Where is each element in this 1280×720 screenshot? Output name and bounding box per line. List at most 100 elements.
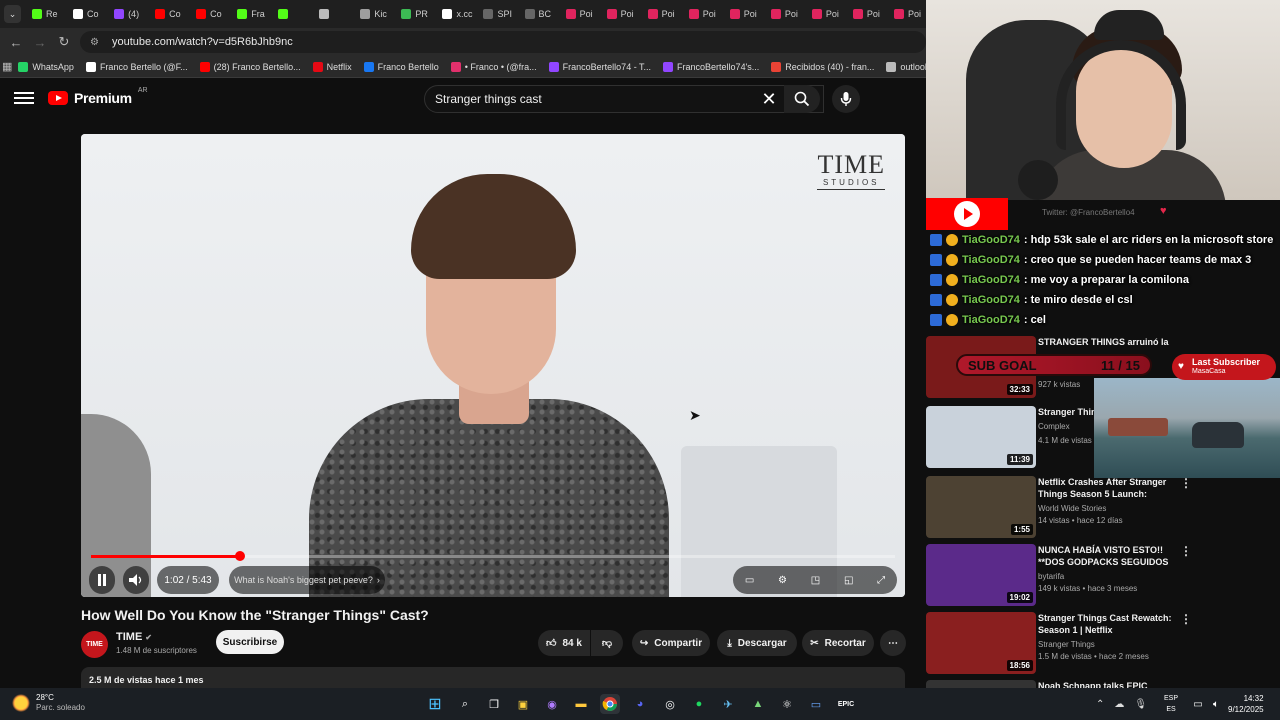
bookmark-item[interactable]: WhatsApp <box>18 61 74 72</box>
video-thumbnail[interactable]: 11:39 <box>926 406 1036 468</box>
kebab-menu-icon[interactable]: ⋮ <box>1180 544 1192 558</box>
suggested-video[interactable]: Noah Schnapp talks EPIC <box>926 680 1280 688</box>
youtube-premium-logo[interactable]: Premium AR <box>48 87 148 106</box>
browser-tab[interactable]: Poi <box>558 3 598 25</box>
weather-widget[interactable]: 28°C Parc. soleado <box>12 693 85 713</box>
kebab-menu-icon[interactable]: ⋮ <box>1180 476 1192 490</box>
suggested-video[interactable]: 1:55 Netflix Crashes After Stranger Thing… <box>926 476 1280 540</box>
suggested-video-title[interactable]: STRANGER THINGS arruinó la <box>1038 336 1174 348</box>
cast-icon[interactable]: ◱ <box>844 575 853 586</box>
subscribe-button[interactable]: Suscribirse <box>216 630 284 654</box>
miniplayer-icon[interactable]: ◳ <box>811 575 820 586</box>
browser-tab[interactable]: Kic <box>352 3 392 25</box>
tray-mic-icon[interactable]: 🎙︎ <box>1134 699 1147 710</box>
volume-button[interactable] <box>123 566 149 594</box>
steam-icon[interactable]: ✈ <box>718 694 738 714</box>
browser-tab[interactable]: Fra <box>229 3 269 25</box>
fullscreen-icon[interactable]: ⤢ <box>877 575 885 586</box>
browser-tab[interactable]: Poi <box>886 3 926 25</box>
dislike-button[interactable]: 👎︎ <box>591 630 623 656</box>
browser-tab[interactable]: x.cc <box>434 3 474 25</box>
video-player[interactable]: TIME STUDIOS ➤ 1:02 / 5:43 What is Noah'… <box>81 134 905 597</box>
browser-tab[interactable]: Poi <box>763 3 803 25</box>
discord-icon[interactable]: ◕ <box>630 694 650 714</box>
language-indicator[interactable]: ESP ES <box>1164 693 1178 715</box>
browser-tab[interactable]: (4) <box>106 3 146 25</box>
progress-bar[interactable] <box>91 551 895 561</box>
bookmark-item[interactable]: • Franco • (@fra... <box>450 61 537 72</box>
channel-avatar[interactable]: TIME <box>81 631 108 658</box>
tab-search-dropdown[interactable]: ⌄ <box>4 5 21 23</box>
subtitles-icon[interactable]: ▭ <box>745 575 754 586</box>
forward-icon[interactable]: → <box>28 30 52 54</box>
video-thumbnail[interactable]: 18:56 <box>926 612 1036 674</box>
speaker-icon[interactable]: 🔈︎ <box>1206 694 1226 714</box>
apps-grid-icon[interactable]: ▦ <box>2 56 12 77</box>
browser-tab[interactable]: Re <box>24 3 64 25</box>
suggested-video-title[interactable]: Stranger Things Cast Rewatch: Season 1 |… <box>1038 612 1174 636</box>
browser-tab[interactable]: Co <box>188 3 228 25</box>
like-button[interactable]: 👍︎ 84 k <box>538 630 590 656</box>
reload-icon[interactable]: ↻ <box>52 30 76 54</box>
browser-tab[interactable]: Co <box>147 3 187 25</box>
browser-tab[interactable]: Poi <box>804 3 844 25</box>
share-button[interactable]: ↪ Compartir <box>632 630 710 656</box>
more-actions-button[interactable]: ⋯ <box>880 630 906 656</box>
obs-icon[interactable]: ◎ <box>660 694 680 714</box>
voice-search-button[interactable] <box>832 85 860 113</box>
suggested-video-title[interactable]: Netflix Crashes After Stranger Things Se… <box>1038 476 1174 502</box>
app-triangle-icon[interactable]: ▲ <box>748 694 768 714</box>
browser-tab[interactable]: Poi <box>681 3 721 25</box>
tray-weather-icon[interactable]: ☁ <box>1114 699 1124 710</box>
clock[interactable]: 14:32 9/12/2025 <box>1228 693 1264 715</box>
browser-tab[interactable]: BC <box>517 3 557 25</box>
menu-icon[interactable] <box>14 89 34 109</box>
kebab-menu-icon[interactable]: ⋮ <box>1180 612 1192 626</box>
video-thumbnail[interactable]: 19:02 <box>926 544 1036 606</box>
suggested-video[interactable]: 18:56 Stranger Things Cast Rewatch: Seaso… <box>926 612 1280 676</box>
site-info-icon[interactable]: ⚙ <box>90 37 102 48</box>
chapter-button[interactable]: What is Noah's biggest pet peeve? › <box>229 566 385 594</box>
store-icon[interactable]: ▣ <box>513 694 533 714</box>
chrome-icon[interactable] <box>600 694 620 714</box>
tray-chevron-up-icon[interactable]: ⌃ <box>1096 699 1104 710</box>
suggested-channel[interactable]: World Wide Stories <box>1038 504 1106 513</box>
browser-tab[interactable] <box>311 3 351 25</box>
browser-tab[interactable]: Poi <box>599 3 639 25</box>
address-bar[interactable]: ⚙ youtube.com/watch?v=d5R6bJhb9nc <box>80 31 926 53</box>
download-button[interactable]: ⤓ Descargar <box>717 630 797 656</box>
network-icon[interactable]: ▭ <box>1188 694 1208 714</box>
epic-games-icon[interactable]: EPIC <box>836 694 856 714</box>
suggested-video[interactable]: 19:02 NUNCA HABÍA VISTO ESTO!! **DOS GODP… <box>926 544 1280 608</box>
pause-button[interactable] <box>89 566 115 594</box>
bookmark-item[interactable]: FrancoBertello74 - T... <box>548 61 651 72</box>
suggested-channel[interactable]: Stranger Things <box>1038 640 1095 649</box>
app-molecule-icon[interactable]: ⚛ <box>777 694 797 714</box>
video-thumbnail[interactable]: 1:55 <box>926 476 1036 538</box>
bookmark-item[interactable]: outlook <box>886 61 926 72</box>
suggested-video-title[interactable]: NUNCA HABÍA VISTO ESTO!! **DOS GODPACKS … <box>1038 544 1174 570</box>
suggested-channel[interactable]: Complex <box>1038 422 1070 431</box>
settings-gear-icon[interactable]: ⚙ <box>778 575 787 586</box>
task-view-icon[interactable]: ❐ <box>484 694 504 714</box>
copilot-icon[interactable]: ◉ <box>542 694 562 714</box>
file-explorer-icon[interactable]: ▬ <box>571 694 591 714</box>
back-icon[interactable]: ← <box>4 30 28 54</box>
browser-tab[interactable]: Co <box>65 3 105 25</box>
windows-start-icon[interactable]: ⊞ <box>425 694 445 714</box>
suggested-video-title[interactable]: Noah Schnapp talks EPIC <box>1038 680 1174 688</box>
scrubber-handle[interactable] <box>234 551 245 561</box>
search-button[interactable] <box>784 85 820 113</box>
bookmark-item[interactable]: Recibidos (40) - fran... <box>771 61 874 72</box>
clip-button[interactable]: ✂ Recortar <box>802 630 874 656</box>
description-box[interactable]: 2.5 M de vistas hace 1 mes <box>81 667 905 688</box>
channel-name[interactable]: TIME ✔ <box>116 631 152 643</box>
bookmark-item[interactable]: (28) Franco Bertello... <box>199 61 301 72</box>
browser-tab[interactable]: SPI <box>475 3 515 25</box>
bookmark-item[interactable]: FrancoBertello74's... <box>663 61 759 72</box>
browser-tab[interactable]: Poi <box>845 3 885 25</box>
spotify-icon[interactable]: ● <box>689 694 709 714</box>
bookmark-item[interactable]: Netflix <box>312 61 352 72</box>
suggested-channel[interactable]: bytarifa <box>1038 572 1064 581</box>
bookmark-item[interactable]: Franco Bertello (@F... <box>85 61 188 72</box>
